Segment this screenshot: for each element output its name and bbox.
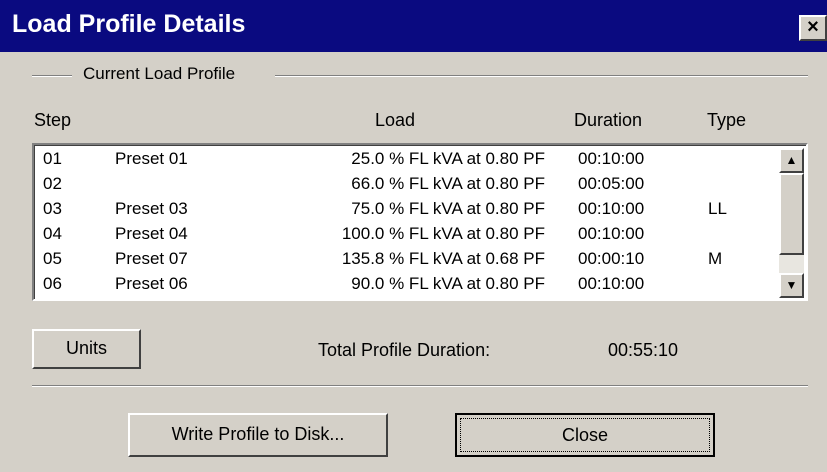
row-duration: 00:10:00: [578, 149, 645, 168]
row-load: 90.0 % FL kVA at 0.80 PF: [351, 274, 545, 293]
units-button-label: Units: [65, 338, 107, 358]
row-name: Preset 03: [115, 199, 188, 218]
row-load: 135.8 % FL kVA at 0.68 PF: [341, 249, 545, 268]
row-type: LL: [708, 199, 727, 218]
group-label: Current Load Profile: [79, 64, 240, 84]
row-duration: 00:10:00: [578, 224, 645, 243]
row-duration: 00:05:00: [578, 174, 645, 193]
list-row[interactable]: 03 Preset 03 75.0 % FL kVA at 0.80 PF 00…: [35, 199, 775, 221]
row-step: 02: [43, 174, 62, 193]
scroll-down-icon[interactable]: ▼: [779, 273, 804, 298]
list-inner: 01 Preset 01 25.0 % FL kVA at 0.80 PF 00…: [34, 145, 806, 299]
list-row[interactable]: 04 Preset 04 100.0 % FL kVA at 0.80 PF 0…: [35, 224, 775, 246]
row-duration: 00:00:10: [578, 249, 645, 268]
write-profile-button-label: Write Profile to Disk...: [171, 424, 345, 444]
row-name: Preset 07: [115, 249, 188, 268]
total-duration-value: 00:55:10: [608, 340, 679, 360]
load-profile-dialog: Load Profile Details × Current Load Prof…: [0, 0, 827, 472]
row-duration: 00:10:00: [578, 274, 645, 293]
focus-ring: [460, 418, 710, 452]
write-profile-button[interactable]: Write Profile to Disk...: [128, 413, 388, 457]
group-top-line-right: [275, 75, 808, 77]
row-name: Preset 01: [115, 149, 188, 168]
row-load: 75.0 % FL kVA at 0.80 PF: [351, 199, 545, 218]
separator-line: [32, 385, 808, 387]
total-duration-label: Total Profile Duration:: [318, 340, 491, 360]
scroll-thumb[interactable]: [779, 173, 804, 255]
row-step: 01: [43, 149, 62, 168]
load-steps-list[interactable]: 01 Preset 01 25.0 % FL kVA at 0.80 PF 00…: [32, 143, 808, 301]
row-step: 05: [43, 249, 62, 268]
row-name: Preset 04: [115, 224, 188, 243]
header-duration: Duration: [574, 110, 643, 130]
row-step: 04: [43, 224, 62, 243]
close-button[interactable]: Close: [455, 413, 715, 457]
group-top-line-left: [32, 75, 72, 77]
row-duration: 00:10:00: [578, 199, 645, 218]
vertical-scrollbar[interactable]: ▲ ▼: [779, 148, 804, 298]
dialog-title: Load Profile Details: [12, 10, 246, 38]
close-icon[interactable]: ×: [799, 15, 827, 41]
row-load: 100.0 % FL kVA at 0.80 PF: [341, 224, 545, 243]
row-step: 06: [43, 274, 62, 293]
title-bar[interactable]: Load Profile Details ×: [0, 0, 827, 52]
row-load: 25.0 % FL kVA at 0.80 PF: [351, 149, 545, 168]
list-row[interactable]: 06 Preset 06 90.0 % FL kVA at 0.80 PF 00…: [35, 274, 775, 296]
list-row[interactable]: 01 Preset 01 25.0 % FL kVA at 0.80 PF 00…: [35, 149, 775, 171]
row-load: 66.0 % FL kVA at 0.80 PF: [351, 174, 545, 193]
units-button[interactable]: Units: [32, 329, 141, 369]
row-step: 03: [43, 199, 62, 218]
list-row[interactable]: 05 Preset 07 135.8 % FL kVA at 0.68 PF 0…: [35, 249, 775, 271]
header-load: Load: [375, 110, 416, 130]
list-row[interactable]: 02 66.0 % FL kVA at 0.80 PF 00:05:00: [35, 174, 775, 196]
row-type: M: [708, 249, 723, 268]
row-name: Preset 06: [115, 274, 188, 293]
scroll-up-icon[interactable]: ▲: [779, 148, 804, 173]
header-type: Type: [707, 110, 747, 130]
header-step: Step: [34, 110, 72, 130]
